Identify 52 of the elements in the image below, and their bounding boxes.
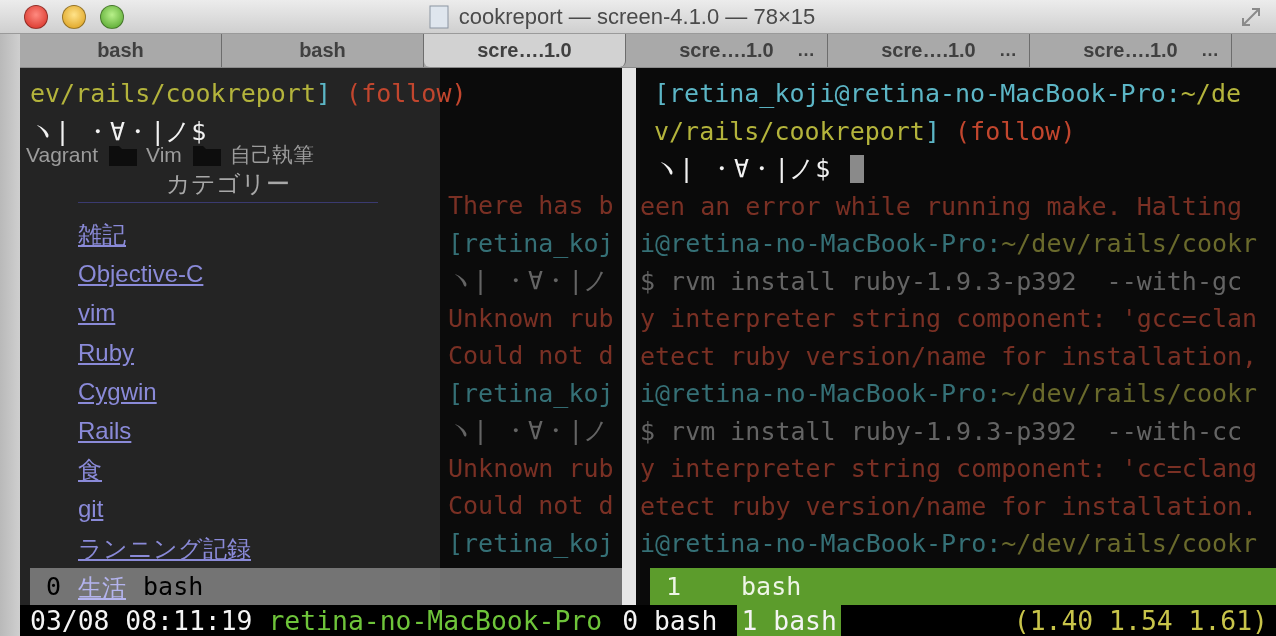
- bookmark-link[interactable]: 自己執筆: [229, 141, 314, 169]
- prompt-line: ev/rails/cookreport] (follow): [30, 78, 467, 110]
- category-link[interactable]: git: [78, 494, 104, 525]
- category-link[interactable]: Ruby: [78, 337, 135, 368]
- date-time: 03/08 08:11:19: [30, 605, 253, 636]
- history-line: ヽ| ・∀・|ノ: [448, 415, 610, 447]
- fullscreen-icon[interactable]: [1240, 5, 1262, 28]
- host-name: retina-no-MacBook-Pro: [268, 605, 603, 636]
- history-line: y interpreter string component: 'cc=clang: [640, 453, 1258, 485]
- history-line: Could not d: [448, 340, 614, 372]
- history-line: [retina_koj: [448, 227, 614, 260]
- window-name: bash: [741, 572, 802, 601]
- window-entry[interactable]: 0 bash: [618, 605, 722, 636]
- window-number: 0: [45, 572, 62, 601]
- history-line: [retina_koj: [448, 377, 614, 410]
- zoom-button[interactable]: [100, 4, 124, 29]
- minimize-button[interactable]: [62, 4, 86, 29]
- window-name: bash: [143, 572, 204, 601]
- history-line: i@retina-no-MacBook-Pro:~/dev/rails/cookr: [640, 528, 1258, 560]
- window-title: cookreport — screen-4.1.0 — 78×15: [458, 3, 816, 30]
- category-link[interactable]: Rails: [78, 415, 132, 446]
- category-link[interactable]: Objective-C: [78, 259, 204, 290]
- history-line: i@retina-no-MacBook-Pro:~/dev/rails/cookr: [640, 228, 1258, 260]
- tab[interactable]: scre….1.0: [424, 34, 626, 67]
- history-line: There has b: [448, 190, 614, 222]
- category-link[interactable]: 雑記: [78, 220, 126, 250]
- history-line: [retina_koj: [448, 527, 614, 560]
- close-button[interactable]: [24, 4, 48, 29]
- prompt-line: ヽ| ・∀・|ノ$: [640, 150, 865, 188]
- category-link[interactable]: Cygwin: [78, 376, 157, 407]
- window-entry[interactable]: 1 bash: [737, 605, 841, 636]
- history-line: ヽ| ・∀・|ノ: [448, 265, 610, 297]
- prompt-line: ヽ| ・∀・|ノ$: [30, 115, 207, 146]
- prompt-line: [retina_koji@retina-no-MacBook-Pro:~/de: [653, 78, 1241, 110]
- document-icon: [428, 4, 449, 29]
- history-line: y interpreter string component: 'gcc=clan: [640, 303, 1258, 335]
- load-average: (1.40 1.54 1.61): [1013, 605, 1269, 636]
- history-line: $ rvm install ruby-1.9.3-p392 --with-gc: [640, 265, 1243, 298]
- history-line: etect ruby version/name for installation.: [640, 490, 1258, 523]
- history-line: i@retina-no-MacBook-Pro:~/dev/rails/cookr: [640, 378, 1258, 410]
- category-link[interactable]: vim: [78, 298, 116, 329]
- history-line: een an error while running make. Halting: [640, 190, 1243, 223]
- history-line: Unknown rub: [448, 302, 614, 335]
- category-link[interactable]: 食: [78, 455, 102, 486]
- category-heading: カテゴリー: [78, 170, 378, 203]
- history-line: Could not d: [448, 490, 614, 522]
- history-line: Unknown rub: [448, 452, 614, 485]
- history-line: etect ruby version/name for installation,: [640, 340, 1258, 373]
- history-line: $ rvm install ruby-1.9.3-p392 --with-cc: [640, 415, 1243, 448]
- window-number: 1: [665, 572, 682, 601]
- prompt-line: v/rails/cookreport] (follow): [653, 115, 1076, 148]
- category-link[interactable]: ランニング記録: [78, 533, 251, 564]
